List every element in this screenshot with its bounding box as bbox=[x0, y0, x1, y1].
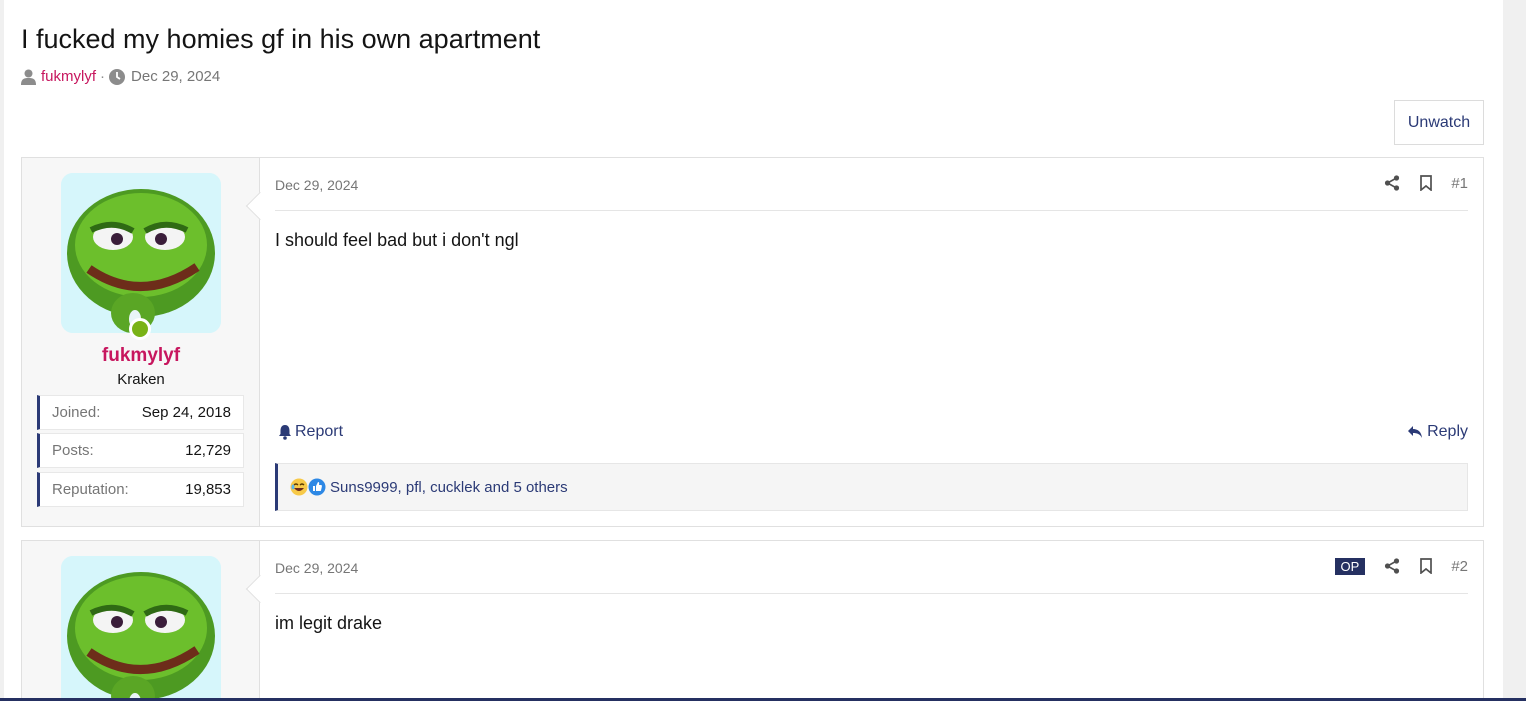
post: Dec 29, 2024 OP #2 im legit drake bbox=[21, 540, 1484, 701]
sidebar-pointer bbox=[245, 574, 275, 604]
reply-label: Reply bbox=[1427, 423, 1468, 440]
post-actions: #1 bbox=[1367, 174, 1468, 192]
laughing-emoji-icon bbox=[290, 478, 308, 496]
reactions-list[interactable]: Suns9999, pfl, cucklek and 5 others bbox=[330, 479, 568, 496]
post-body: I should feel bad but i don't ngl bbox=[275, 230, 519, 250]
stat-label: Reputation: bbox=[52, 481, 129, 498]
post-date[interactable]: Dec 29, 2024 bbox=[275, 177, 358, 193]
post-actions: OP #2 bbox=[1334, 557, 1468, 575]
scrollbar-gutter[interactable] bbox=[1503, 0, 1526, 701]
thread-date[interactable]: Dec 29, 2024 bbox=[131, 68, 220, 85]
like-icon bbox=[308, 478, 326, 496]
bell-icon bbox=[279, 425, 291, 440]
post-main: Dec 29, 2024 OP #2 im legit drake bbox=[275, 541, 1468, 701]
report-button[interactable]: Report bbox=[278, 423, 343, 441]
post-user-sidebar bbox=[22, 541, 275, 701]
post-divider bbox=[275, 210, 1468, 211]
reply-icon bbox=[1408, 426, 1423, 438]
stat-value: 19,853 bbox=[185, 481, 231, 498]
bookmark-icon[interactable] bbox=[1417, 557, 1435, 575]
thread-meta: fukmylyf · Dec 29, 2024 bbox=[21, 68, 220, 85]
page-edge bbox=[0, 0, 4, 701]
clock-icon bbox=[109, 68, 126, 85]
thread-author-link[interactable]: fukmylyf bbox=[41, 68, 96, 85]
post: fukmylyf Kraken Joined: Sep 24, 2018 Pos… bbox=[21, 157, 1484, 527]
user-icon bbox=[21, 69, 36, 85]
avatar[interactable] bbox=[61, 173, 221, 333]
post-divider bbox=[275, 593, 1468, 594]
avatar[interactable] bbox=[61, 556, 221, 701]
post-date[interactable]: Dec 29, 2024 bbox=[275, 560, 358, 576]
post-username[interactable]: fukmylyf bbox=[22, 345, 260, 367]
meta-separator: · bbox=[100, 68, 106, 85]
stat-value: Sep 24, 2018 bbox=[141, 404, 231, 421]
reply-button[interactable]: Reply bbox=[1407, 423, 1468, 441]
reactions-bar[interactable]: Suns9999, pfl, cucklek and 5 others bbox=[275, 463, 1468, 511]
sidebar-pointer bbox=[245, 191, 275, 221]
post-number-link[interactable]: #1 bbox=[1451, 175, 1468, 192]
stat-reputation: Reputation: 19,853 bbox=[37, 472, 244, 507]
stat-label: Joined: bbox=[52, 404, 101, 421]
share-icon[interactable] bbox=[1383, 557, 1401, 575]
stat-value: 12,729 bbox=[185, 442, 231, 459]
unwatch-button[interactable]: Unwatch bbox=[1394, 100, 1484, 145]
stat-label: Posts: bbox=[52, 442, 94, 459]
user-title: Kraken bbox=[117, 371, 165, 388]
post-main: Dec 29, 2024 #1 I should feel bad but i … bbox=[275, 158, 1468, 526]
online-status-indicator bbox=[129, 318, 151, 340]
report-label: Report bbox=[295, 423, 344, 440]
op-badge: OP bbox=[1334, 557, 1366, 575]
share-icon[interactable] bbox=[1383, 174, 1401, 192]
stat-posts: Posts: 12,729 bbox=[37, 433, 244, 468]
stat-joined: Joined: Sep 24, 2018 bbox=[37, 395, 244, 430]
thread-title: I fucked my homies gf in his own apartme… bbox=[21, 24, 541, 54]
post-body: im legit drake bbox=[275, 613, 383, 633]
post-user-sidebar: fukmylyf Kraken Joined: Sep 24, 2018 Pos… bbox=[22, 158, 275, 526]
bookmark-icon[interactable] bbox=[1417, 174, 1435, 192]
post-number-link[interactable]: #2 bbox=[1451, 558, 1468, 575]
